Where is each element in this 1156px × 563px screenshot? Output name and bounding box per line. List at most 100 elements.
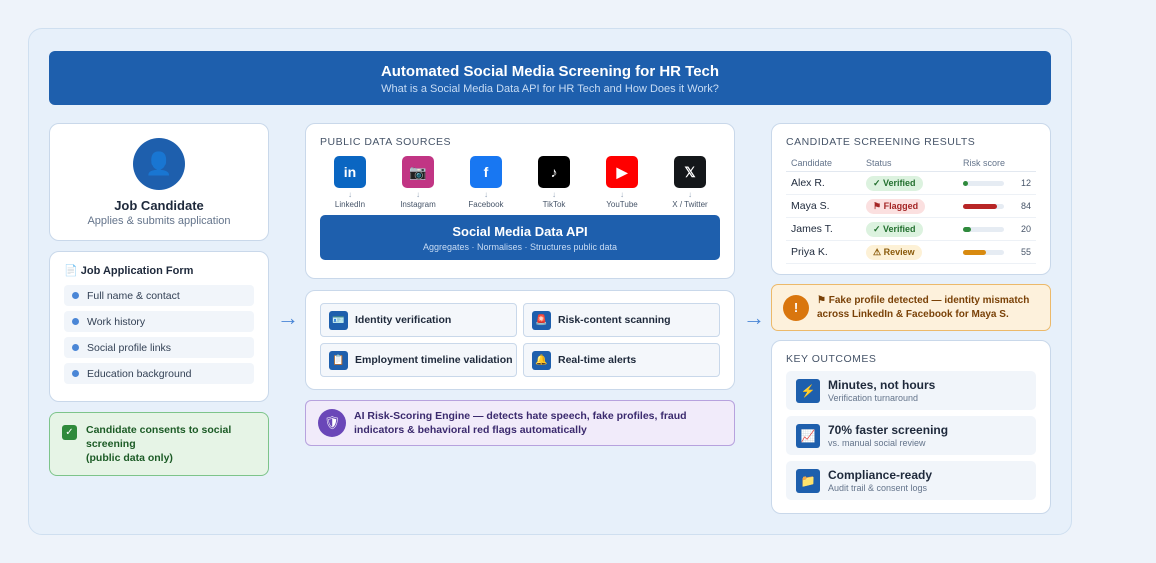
source-item: ▶ ↓ YouTube xyxy=(592,156,652,209)
form-field-label: Social profile links xyxy=(87,341,172,354)
feature-icon: 🪪 xyxy=(329,310,348,330)
feature-label: Employment timeline validation xyxy=(355,354,513,366)
candidate-cell: Maya S. xyxy=(786,194,861,218)
arrow-down-icon: ↓ xyxy=(348,190,352,199)
form-field: Education background xyxy=(64,363,254,384)
feature-icon: 📋 xyxy=(329,350,348,370)
source-label: Facebook xyxy=(468,200,504,209)
table-row: Priya K. ⚠ Review 55 xyxy=(786,240,1036,264)
form-field-label: Education background xyxy=(87,367,192,380)
risk-bar-fill xyxy=(963,249,986,255)
source-icons: in ↓ LinkedIn 📷 ↓ Instagram f ↓ Facebook ♪ ↓ TikTok… xyxy=(320,156,720,209)
application-form-card: 📄 Job Application Form Full name & conta… xyxy=(49,251,269,402)
page-title: Automated Social Media Screening for HR … xyxy=(380,63,720,80)
table-row: Maya S. ⚑ Flagged 84 xyxy=(786,194,1036,218)
risk-bar xyxy=(963,226,1004,232)
instagram-icon: 📷 xyxy=(402,156,434,188)
feature-item: 🔔 Real-time alerts xyxy=(523,343,720,377)
results-title: CANDIDATE SCREENING RESULTS xyxy=(786,136,976,148)
table-row: James T. ✓ Verified 20 xyxy=(786,217,1036,241)
warning-icon: ! xyxy=(783,294,809,321)
consent-text: Candidate consents to social screening xyxy=(86,424,232,450)
candidate-subtitle: Applies & submits application xyxy=(87,215,231,227)
source-item: f ↓ Facebook xyxy=(456,156,516,209)
candidate-name: Job Candidate xyxy=(114,198,204,213)
arrow-right-icon: → xyxy=(743,305,765,330)
feature-label: Real-time alerts xyxy=(558,354,637,366)
bullet-dot-icon xyxy=(72,318,79,325)
feature-item: 📋 Employment timeline validation xyxy=(320,343,517,377)
outcome-item: 📈 70% faster screening vs. manual social r… xyxy=(786,416,1036,455)
outcome-subtitle: Verification turnaround xyxy=(828,393,919,403)
tiktok-icon: ♪ xyxy=(538,156,570,188)
arrow-down-icon: ↓ xyxy=(416,190,420,199)
api-subtitle: Aggregates · Normalises · Structures pub… xyxy=(422,242,618,252)
source-label: X / Twitter xyxy=(672,200,708,209)
candidate-cell: James T. xyxy=(786,217,861,241)
outcomes-title: KEY OUTCOMES xyxy=(786,353,877,365)
youtube-icon: ▶ xyxy=(606,156,638,188)
feature-item: 🚨 Risk-content scanning xyxy=(523,303,720,337)
candidate-cell: Priya K. xyxy=(786,240,861,264)
column-header: Status xyxy=(861,156,958,172)
status-badge: ⚠ Review xyxy=(866,244,922,260)
form-field: Full name & contact xyxy=(64,285,254,306)
checkmark-icon: ✓ xyxy=(62,425,77,440)
risk-score: 12 xyxy=(1020,178,1031,188)
risk-score: 20 xyxy=(1020,224,1031,234)
risk-bar-fill xyxy=(963,180,968,186)
outcome-icon: ⚡ xyxy=(796,378,820,403)
page-subtitle: What is a Social Media Data API for HR T… xyxy=(381,83,719,95)
risk-bar-fill xyxy=(963,226,972,232)
source-label: Instagram xyxy=(400,200,436,209)
api-box: Social Media Data API Aggregates · Norma… xyxy=(320,215,720,260)
shield-icon: 🛡 xyxy=(318,409,346,437)
outcome-subtitle: vs. manual social review xyxy=(828,438,926,448)
form-title: 📄 Job Application Form xyxy=(64,265,194,277)
column-header: Candidate xyxy=(786,156,861,172)
table-header-row: Candidate Status Risk score xyxy=(786,156,1036,172)
arrow-down-icon: ↓ xyxy=(620,190,624,199)
risk-bar xyxy=(963,249,1004,255)
source-label: LinkedIn xyxy=(334,200,366,209)
key-outcomes-card: KEY OUTCOMES ⚡ Minutes, not hours Verifica… xyxy=(771,340,1051,514)
alert-text: ⚑ Fake profile detected — identity misma… xyxy=(817,294,1030,320)
source-label: YouTube xyxy=(606,200,638,209)
facebook-icon: f xyxy=(470,156,502,188)
bullet-dot-icon xyxy=(72,344,79,351)
outcome-subtitle: Audit trail & consent logs xyxy=(828,483,928,493)
outcome-title: Compliance-ready xyxy=(828,468,933,482)
x-twitter-icon: 𝕏 xyxy=(674,156,706,188)
feature-label: Risk-content scanning xyxy=(558,314,671,326)
consent-note: (public data only) xyxy=(86,452,173,464)
arrow-down-icon: ↓ xyxy=(688,190,692,199)
ai-engine-box: 🛡 AI Risk-Scoring Engine — detects hate … xyxy=(305,400,735,446)
linkedin-icon: in xyxy=(334,156,366,188)
risk-score: 55 xyxy=(1020,247,1031,257)
outcome-icon: 📈 xyxy=(796,423,820,448)
outcome-title: Minutes, not hours xyxy=(828,378,936,392)
user-icon: 👤 xyxy=(133,138,185,190)
source-item: 📷 ↓ Instagram xyxy=(388,156,448,209)
source-label: TikTok xyxy=(542,200,566,209)
bullet-dot-icon xyxy=(72,370,79,377)
source-item: in ↓ LinkedIn xyxy=(320,156,380,209)
source-item: ♪ ↓ TikTok xyxy=(524,156,584,209)
outcome-item: ⚡ Minutes, not hours Verification turnarou… xyxy=(786,371,1036,410)
arrow-down-icon: ↓ xyxy=(484,190,488,199)
source-item: 𝕏 ↓ X / Twitter xyxy=(660,156,720,209)
feature-label: Identity verification xyxy=(355,314,452,326)
fake-profile-alert: ! ⚑ Fake profile detected — identity mis… xyxy=(771,284,1051,331)
outcome-item: 📁 Compliance-ready Audit trail & consent l… xyxy=(786,461,1036,500)
form-field: Work history xyxy=(64,311,254,332)
risk-bar xyxy=(963,180,1004,186)
bullet-dot-icon xyxy=(72,292,79,299)
features-card: 🪪 Identity verification 🚨 Risk-content scan… xyxy=(305,290,735,390)
outcome-icon: 📁 xyxy=(796,468,820,493)
table-row: Alex R. ✓ Verified 12 xyxy=(786,171,1036,195)
feature-item: 🪪 Identity verification xyxy=(320,303,517,337)
header-banner: Automated Social Media Screening for HR … xyxy=(49,51,1051,105)
arrow-down-icon: ↓ xyxy=(552,190,556,199)
api-title: Social Media Data API xyxy=(452,224,588,239)
ai-engine-text: AI Risk-Scoring Engine — detects hate sp… xyxy=(354,410,687,436)
